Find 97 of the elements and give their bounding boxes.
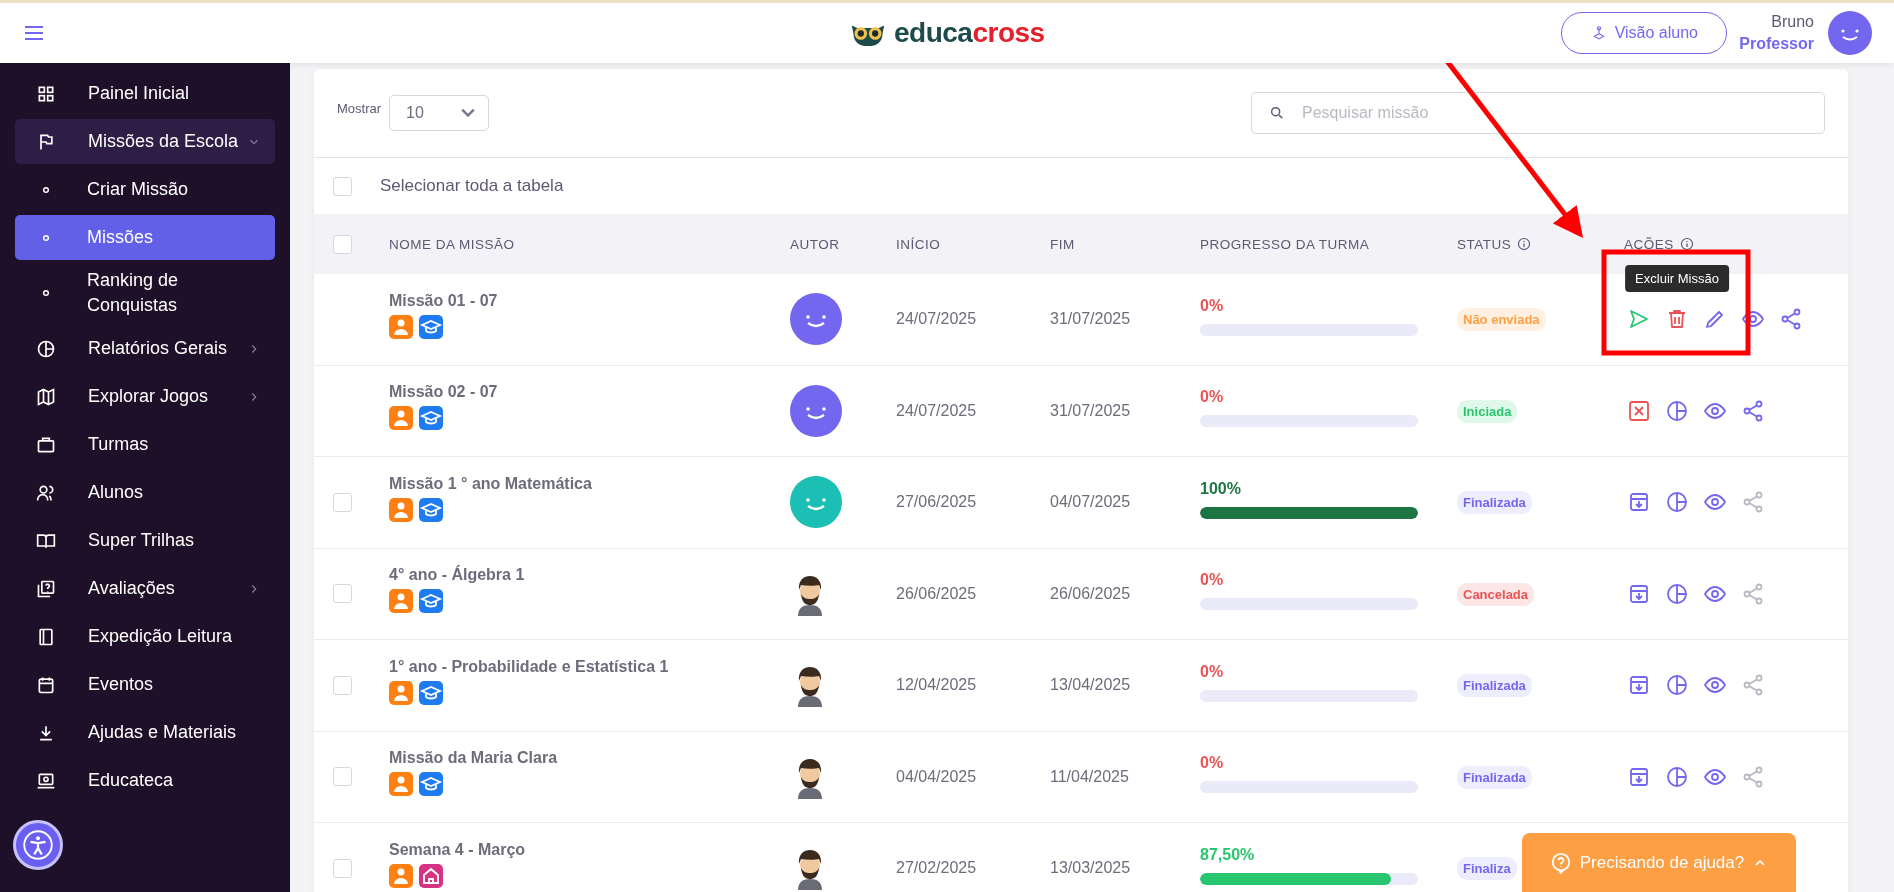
- person-icon: [389, 772, 413, 797]
- checkbox[interactable]: [333, 675, 352, 695]
- sidebar-item[interactable]: Avaliações: [15, 566, 275, 611]
- sidebar-item[interactable]: Super Trilhas: [15, 518, 275, 563]
- avatar[interactable]: [1828, 11, 1872, 55]
- progress-percent: 0%: [1200, 571, 1225, 590]
- logo: educacross: [894, 17, 1045, 49]
- status-badge: Finalizada: [1457, 674, 1532, 698]
- joystick-icon: [1590, 25, 1607, 41]
- column-header: AÇÕES: [1624, 236, 1674, 252]
- user-name: Bruno: [1771, 12, 1814, 32]
- checkbox[interactable]: [333, 176, 352, 196]
- sidebar-item[interactable]: Missões da Escola: [15, 119, 275, 164]
- column-header: INÍCIO: [896, 236, 941, 252]
- status-badge: Não enviada: [1457, 308, 1546, 332]
- person-icon: [389, 589, 413, 614]
- checkbox[interactable]: [333, 767, 352, 787]
- end-date: 13/03/2025: [1050, 859, 1132, 878]
- progress-percent: 0%: [1200, 662, 1225, 681]
- end-date: 31/07/2025: [1050, 401, 1132, 420]
- show-label: Mostrar: [337, 100, 382, 116]
- start-date: 24/07/2025: [896, 401, 978, 420]
- checkbox[interactable]: [333, 492, 352, 512]
- sidebar-item[interactable]: Turmas: [15, 422, 275, 467]
- sidebar-item[interactable]: Ajudas e Materiais: [15, 710, 275, 755]
- mission-name: Semana 4 - Março: [389, 840, 527, 859]
- column-header: FIM: [1050, 236, 1075, 252]
- sidebar-item[interactable]: Explorar Jogos: [15, 374, 275, 419]
- graduation-cap-icon: [419, 680, 443, 705]
- sidebar-item[interactable]: Missões: [15, 215, 275, 260]
- graduation-cap-icon: [419, 589, 443, 614]
- start-date: 27/02/2025: [896, 859, 978, 878]
- mission-name: 1° ano - Probabilidade e Estatística 1: [389, 657, 670, 676]
- progress-percent: 0%: [1200, 296, 1225, 315]
- person-icon: [389, 680, 413, 705]
- sidebar-item[interactable]: Painel Inicial: [15, 71, 275, 116]
- start-date: 12/04/2025: [896, 676, 978, 695]
- help-icon: [1549, 851, 1572, 874]
- sidebar-item[interactable]: Eventos: [15, 662, 275, 707]
- question-icon: [36, 578, 56, 599]
- start-date: 04/04/2025: [896, 767, 978, 786]
- column-header: STATUS: [1457, 236, 1512, 252]
- column-header: NOME DA MISSÃO: [389, 236, 515, 252]
- search-icon: [1269, 105, 1285, 121]
- progress-percent: 100%: [1200, 479, 1242, 498]
- start-date: 24/07/2025: [896, 310, 978, 329]
- start-date: 26/06/2025: [896, 584, 978, 603]
- graduation-cap-icon: [419, 497, 443, 522]
- end-date: 13/04/2025: [1050, 676, 1132, 695]
- pie-chart-icon: [36, 338, 56, 359]
- start-date: 27/06/2025: [896, 493, 978, 512]
- mission-name: Missão da Maria Clara: [389, 749, 559, 768]
- sidebar-item[interactable]: Ranking de Conquistas: [15, 263, 275, 323]
- person-icon: [389, 314, 413, 339]
- graduation-cap-icon: [419, 406, 443, 431]
- end-date: 11/04/2025: [1050, 767, 1130, 786]
- progress-percent: 0%: [1200, 388, 1225, 407]
- student-view-button[interactable]: Visão aluno: [1561, 12, 1728, 54]
- sidebar-item[interactable]: Alunos: [15, 470, 275, 515]
- status-badge: Finalizada: [1457, 491, 1532, 515]
- column-header: PROGRESSO DA TURMA: [1200, 236, 1370, 252]
- checkbox[interactable]: [333, 584, 352, 604]
- status-badge: Finalizada: [1457, 765, 1532, 789]
- sidebar-item[interactable]: Educateca: [15, 758, 275, 803]
- sidebar-item[interactable]: Criar Missão: [15, 167, 275, 212]
- column-header: AUTOR: [790, 236, 840, 252]
- sidebar-item[interactable]: Relatórios Gerais: [15, 326, 275, 371]
- book-icon: [36, 626, 56, 647]
- status-badge: Cancelada: [1457, 582, 1535, 606]
- progress-percent: 87,50%: [1200, 845, 1256, 864]
- user-role: Professor: [1739, 34, 1814, 54]
- mission-name: Missão 1 ° ano Matemática: [389, 474, 593, 493]
- accessibility-icon: [23, 830, 53, 860]
- house-icon: [419, 863, 443, 888]
- end-date: 04/07/2025: [1050, 493, 1132, 512]
- graduation-cap-icon: [419, 314, 443, 339]
- page-size-select[interactable]: 10: [389, 95, 490, 131]
- person-icon: [389, 406, 413, 431]
- graduation-cap-icon: [419, 772, 443, 797]
- select-all-label: Selecionar toda a tabela: [380, 176, 564, 196]
- sidebar-item[interactable]: Expedição Leitura: [15, 614, 275, 659]
- checkbox[interactable]: [333, 858, 352, 878]
- mission-name: 4° ano - Álgebra 1: [389, 566, 526, 585]
- end-date: 31/07/2025: [1050, 310, 1132, 329]
- accessibility-button[interactable]: [13, 820, 63, 870]
- mission-name: Missão 02 - 07: [389, 383, 499, 402]
- tooltip: Excluir Missão: [1625, 265, 1729, 293]
- person-icon: [389, 497, 413, 522]
- status-badge: Finaliza: [1457, 857, 1517, 881]
- progress-percent: 0%: [1200, 754, 1225, 773]
- map-icon: [36, 386, 56, 407]
- search-field[interactable]: Pesquisar missão: [1251, 92, 1825, 134]
- status-badge: Iniciada: [1457, 399, 1518, 423]
- mission-name: Missão 01 - 07: [389, 291, 499, 310]
- checkbox[interactable]: [333, 234, 352, 254]
- person-icon: [389, 863, 413, 888]
- end-date: 26/06/2025: [1050, 584, 1132, 603]
